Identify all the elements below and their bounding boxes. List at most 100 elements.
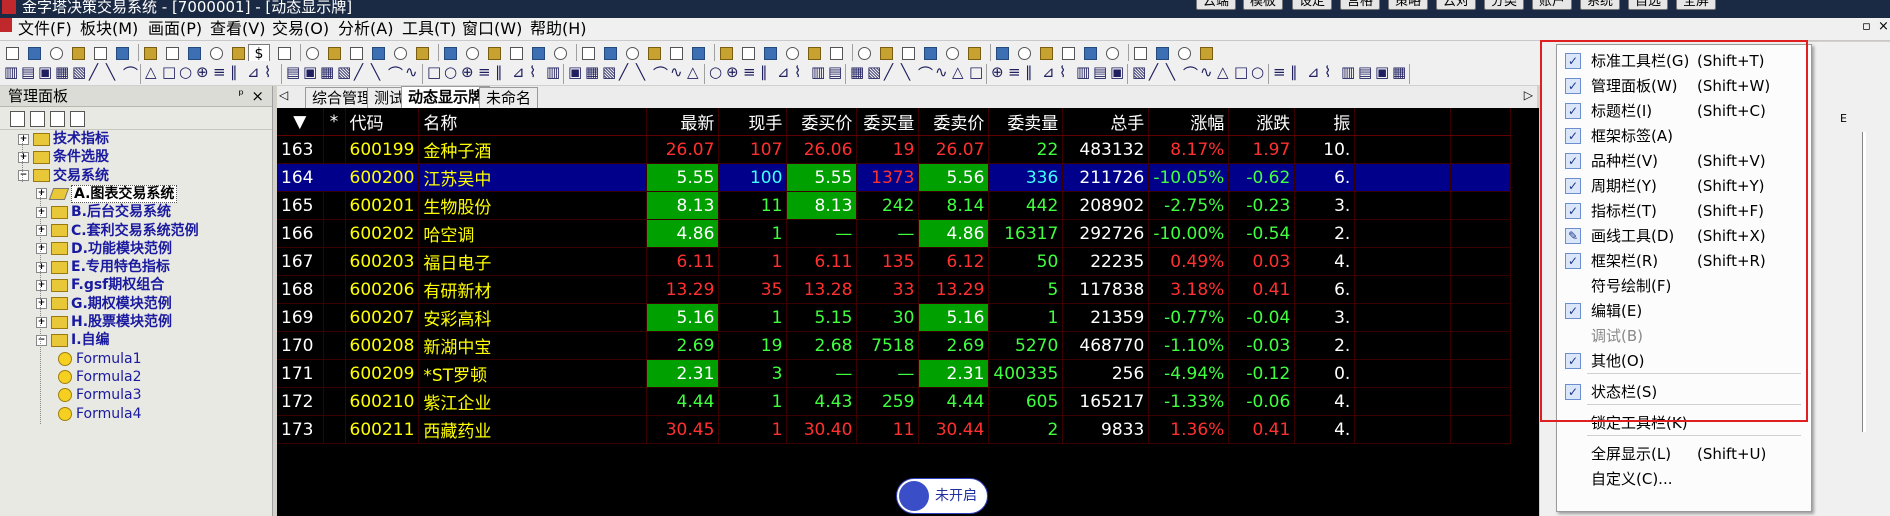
- tree-folder-item[interactable]: + G.期权模块范例: [36, 295, 172, 313]
- drawing-tool-icon[interactable]: ▣: [303, 63, 317, 81]
- drawing-tool-icon[interactable]: ⊕: [991, 63, 1004, 81]
- toolbar-tool-icon[interactable]: [166, 47, 179, 60]
- toolbar-tool-icon[interactable]: [604, 47, 617, 60]
- drawing-tool-icon[interactable]: ▤: [828, 63, 842, 81]
- table-row[interactable]: 166 600202 哈空调 4.86 1— —4.86 16317 292726 -10.00…: [277, 219, 1512, 248]
- drawing-tool-icon[interactable]: ▤: [21, 63, 35, 81]
- column-header[interactable]: 涨幅: [1148, 108, 1230, 136]
- toolbar-tool-icon[interactable]: [1018, 47, 1031, 60]
- toolbar-tool-icon[interactable]: [532, 47, 545, 60]
- drawing-tool-icon[interactable]: ╱: [619, 63, 628, 81]
- panel-close-icon[interactable]: ×: [251, 86, 264, 106]
- drawing-tool-icon[interactable]: ▧: [72, 63, 86, 81]
- toolbar-tool-icon[interactable]: [786, 47, 799, 60]
- drawing-tool-icon[interactable]: △: [145, 63, 157, 81]
- context-menu-item[interactable]: ✓ 框架栏(R) (Shift+R): [1557, 249, 1811, 273]
- toolbar-tool-icon[interactable]: [830, 47, 843, 60]
- drawing-tool-icon[interactable]: ⌇: [1324, 63, 1331, 81]
- drawing-tool-icon[interactable]: ⊿: [1307, 63, 1320, 81]
- column-header[interactable]: 委卖量: [988, 108, 1064, 136]
- tab-scroll-right-icon[interactable]: ▷: [1524, 88, 1533, 102]
- context-menu-item[interactable]: 全屏显示(L) (Shift+U): [1557, 442, 1811, 466]
- drawing-tool-icon[interactable]: ∥: [1290, 63, 1298, 81]
- drawing-tool-icon[interactable]: □: [162, 63, 176, 81]
- toolbar-tool-icon[interactable]: [394, 47, 407, 60]
- tree-formula-item[interactable]: Formula3: [58, 386, 142, 404]
- toolbar-tool-icon[interactable]: [880, 47, 893, 60]
- toolbar-tool-icon[interactable]: [720, 47, 733, 60]
- expand-icon[interactable]: +: [36, 316, 47, 328]
- toolbar-tool-icon[interactable]: [648, 47, 661, 60]
- toolbar-tool-icon[interactable]: [488, 47, 501, 60]
- context-menu-item[interactable]: ✓ 状态栏(S): [1557, 380, 1811, 404]
- toolbar-tool-icon[interactable]: [626, 47, 639, 60]
- expand-icon[interactable]: +: [36, 188, 47, 200]
- tab-2[interactable]: 动态显示牌: [401, 86, 491, 109]
- drawing-tool-icon[interactable]: ⌒: [653, 63, 668, 84]
- toolbar-tool-icon[interactable]: [306, 47, 319, 60]
- open-file-icon[interactable]: [30, 111, 45, 127]
- toolbar-tool-icon[interactable]: [946, 47, 959, 60]
- column-header[interactable]: 振: [1294, 108, 1356, 136]
- drawing-tool-icon[interactable]: ▣: [568, 63, 582, 81]
- drawing-tool-icon[interactable]: ≡: [213, 63, 226, 81]
- menu-item[interactable]: 文件(F): [18, 19, 72, 39]
- toolbar-tool-icon[interactable]: [996, 47, 1009, 60]
- drawing-tool-icon[interactable]: ▦: [1392, 63, 1406, 81]
- table-row[interactable]: 164 600200 江苏吴中 5.55 100 5.55 1373 5.56 336 21172…: [277, 163, 1512, 192]
- drawing-tool-icon[interactable]: ▦: [585, 63, 599, 81]
- drawing-tool-icon[interactable]: ∥: [1025, 63, 1033, 81]
- drawing-tool-icon[interactable]: ▤: [286, 63, 300, 81]
- toolbar-tool-icon[interactable]: [50, 47, 63, 60]
- toolbar-tool-icon[interactable]: [350, 47, 363, 60]
- tree-folder-item[interactable]: + A.图表交易系统: [36, 184, 178, 203]
- drawing-tool-icon[interactable]: ⊕: [726, 63, 739, 81]
- table-row[interactable]: 173 600211 西藏药业 30.45 1 30.40 11 30.44 2 9833 1.36…: [277, 415, 1512, 444]
- menu-item[interactable]: 分析(A): [338, 19, 393, 39]
- drawing-tool-icon[interactable]: △: [687, 63, 699, 81]
- drawing-tool-icon[interactable]: ╱: [89, 63, 98, 81]
- drawing-tool-icon[interactable]: ▧: [1132, 63, 1146, 81]
- pin-icon[interactable]: ᵖ: [238, 86, 244, 106]
- column-header[interactable]: 代码: [345, 108, 420, 136]
- column-header[interactable]: 总手: [1062, 108, 1150, 136]
- title-button[interactable]: 模板: [1243, 0, 1284, 10]
- drawing-tool-icon[interactable]: ○: [1251, 63, 1264, 81]
- column-header[interactable]: 现手: [718, 108, 788, 136]
- drawing-tool-icon[interactable]: ▥: [1076, 63, 1090, 81]
- tree-formula-item[interactable]: Formula1: [58, 350, 142, 368]
- column-header[interactable]: ▼: [277, 108, 324, 136]
- drawing-tool-icon[interactable]: ▦: [320, 63, 334, 81]
- drawing-tool-icon[interactable]: ▧: [602, 63, 616, 81]
- drawing-tool-icon[interactable]: ⌒: [388, 63, 403, 84]
- drawing-tool-icon[interactable]: ▦: [850, 63, 864, 81]
- drawing-tool-icon[interactable]: ▥: [546, 63, 560, 81]
- toolbar-tool-icon[interactable]: [6, 47, 19, 60]
- drawing-tool-icon[interactable]: ∥: [495, 63, 503, 81]
- tree-folder-item[interactable]: + E.专用特色指标: [36, 258, 170, 276]
- drawing-tool-icon[interactable]: ╱: [1149, 63, 1158, 81]
- tree-folder-item[interactable]: − 交易系统: [18, 167, 109, 185]
- toolbar-tool-icon[interactable]: [94, 47, 107, 60]
- table-row[interactable]: 171 600209 *ST罗顿 2.31 3— —2.31 400335 256 -4.94%…: [277, 359, 1512, 388]
- expand-icon[interactable]: +: [36, 298, 47, 310]
- context-menu-item[interactable]: ✓ 编辑(E): [1557, 299, 1811, 323]
- drawing-tool-icon[interactable]: ∿: [405, 63, 418, 81]
- collapse-icon[interactable]: −: [36, 334, 47, 346]
- drawing-tool-icon[interactable]: ▤: [1093, 63, 1107, 81]
- toolbar-tool-icon[interactable]: [692, 47, 705, 60]
- drawing-tool-icon[interactable]: ▤: [1358, 63, 1372, 81]
- drawing-tool-icon[interactable]: ⊕: [461, 63, 474, 81]
- drawing-tool-icon[interactable]: ⊿: [1042, 63, 1055, 81]
- title-button[interactable]: 宫格: [1340, 0, 1381, 10]
- toolbar-tool-icon[interactable]: [416, 47, 429, 60]
- toolbar-tool-icon[interactable]: [968, 47, 981, 60]
- drawing-tool-icon[interactable]: ▦: [55, 63, 69, 81]
- expand-icon[interactable]: +: [36, 243, 47, 255]
- toolbar-tool-icon[interactable]: [858, 47, 871, 60]
- expand-icon[interactable]: +: [18, 133, 29, 145]
- table-row[interactable]: 167 600203 福日电子 6.11 1 6.11 135 6.12 50 22235 0.49…: [277, 247, 1512, 276]
- toolbar-tool-icon[interactable]: [210, 47, 223, 60]
- toolbar-tool-icon[interactable]: [188, 47, 201, 60]
- tree-formula-item[interactable]: Formula4: [58, 405, 142, 423]
